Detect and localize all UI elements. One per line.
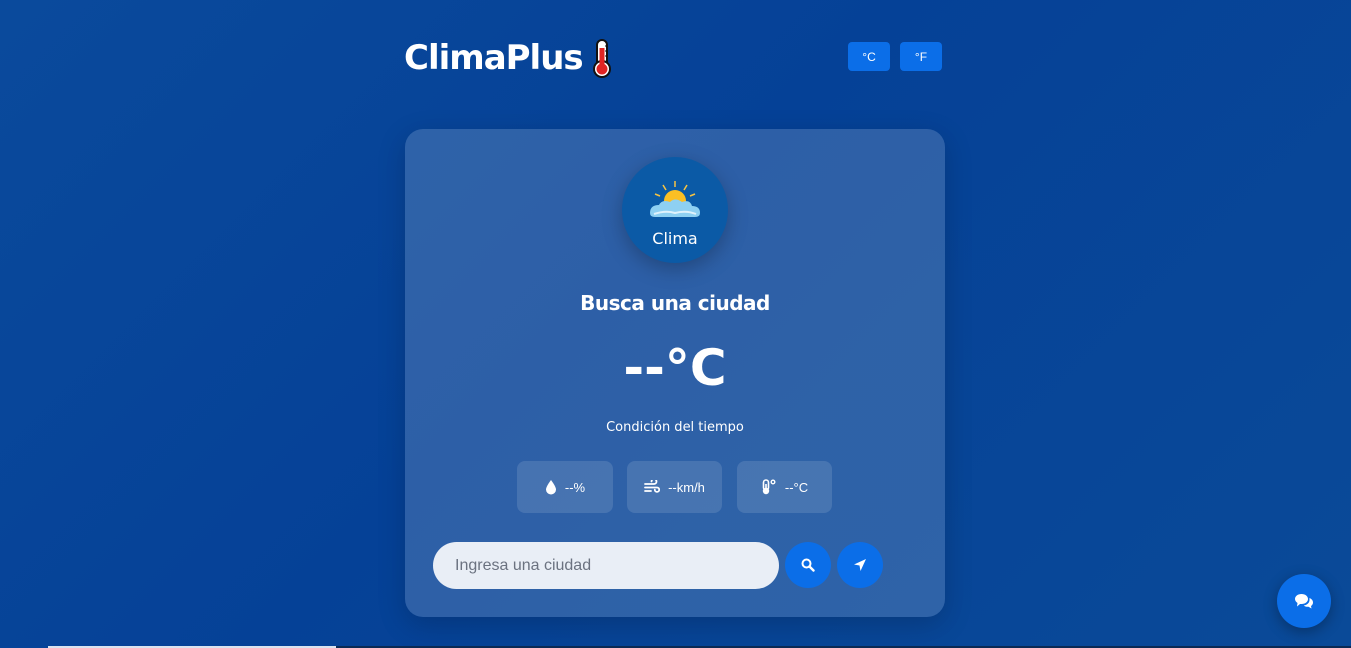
city-name: Busca una ciudad — [580, 291, 770, 315]
fahrenheit-button[interactable]: °F — [900, 42, 942, 71]
humidity-stat: --% — [517, 461, 613, 513]
water-drop-icon — [545, 480, 556, 495]
city-search-input[interactable] — [433, 542, 779, 589]
search-button[interactable] — [785, 542, 831, 588]
app-logo: ClimaPlus — [404, 36, 613, 80]
temperature-icon — [762, 479, 776, 495]
weather-logo-label: Clima — [652, 229, 698, 248]
feels-like-stat: --°C — [737, 461, 832, 513]
unit-toggle: °C °F — [848, 42, 942, 71]
chat-button[interactable] — [1277, 574, 1331, 628]
humidity-value: --% — [564, 479, 586, 495]
app-title: ClimaPlus — [404, 38, 584, 78]
current-location-button[interactable] — [837, 542, 883, 588]
feels-like-value: --°C — [784, 479, 809, 495]
chat-bubbles-icon — [1295, 594, 1313, 609]
thermometer-icon — [591, 38, 613, 78]
wind-icon — [644, 480, 661, 493]
temperature-value: --°C — [623, 339, 727, 397]
search-icon — [801, 558, 815, 572]
celsius-button[interactable]: °C — [848, 42, 890, 71]
sun-behind-cloud-icon — [650, 181, 700, 217]
weather-condition: Condición del tiempo — [606, 420, 744, 435]
wind-value: --km/h — [668, 479, 705, 495]
wind-stat: --km/h — [627, 461, 722, 513]
location-arrow-icon — [854, 559, 866, 571]
header: ClimaPlus °C °F — [404, 36, 942, 80]
weather-card: Clima Busca una ciudad --°C Condición de… — [405, 129, 945, 617]
weather-logo: Clima — [622, 157, 728, 263]
